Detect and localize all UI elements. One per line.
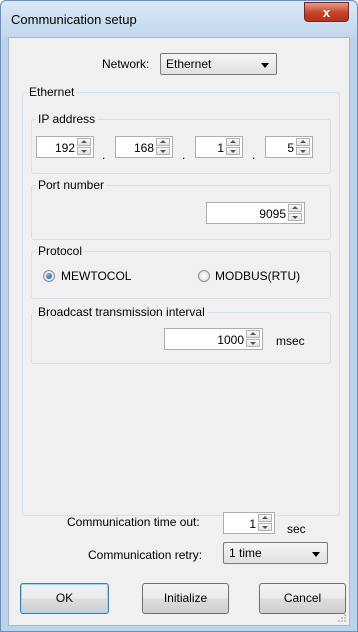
ip-octet-4[interactable]: 5	[265, 136, 313, 158]
port-number-group: Port number 9095	[31, 178, 331, 240]
close-button[interactable]: x	[304, 2, 349, 22]
broadcast-interval-input[interactable]: 1000	[164, 328, 263, 350]
protocol-group: Protocol MEWTOCOL MODBUS(RTU)	[31, 244, 331, 299]
spin-up-icon[interactable]	[258, 514, 272, 522]
timeout-label: Communication time out:	[67, 515, 200, 529]
communication-setup-dialog: Communication setup x Network: Ethernet …	[0, 0, 358, 632]
initialize-button[interactable]: Initialize	[142, 583, 229, 614]
spin-down-icon[interactable]	[258, 523, 272, 531]
protocol-label: Protocol	[36, 244, 85, 258]
spin-down-icon[interactable]	[288, 213, 302, 221]
retry-label: Communication retry:	[88, 548, 203, 562]
network-label: Network:	[102, 57, 150, 71]
port-number-input[interactable]: 9095	[206, 202, 305, 224]
retry-value: 1 time	[229, 546, 262, 560]
spin-down-icon[interactable]	[156, 147, 170, 155]
chevron-down-icon	[261, 63, 269, 68]
broadcast-unit: msec	[276, 334, 305, 348]
spin-up-icon[interactable]	[77, 138, 91, 146]
ip-octet-1[interactable]: 192	[36, 136, 94, 158]
spin-up-icon[interactable]	[246, 330, 260, 338]
ip-octet-3[interactable]: 1	[195, 136, 243, 158]
timeout-unit: sec	[287, 522, 306, 536]
broadcast-interval-group: Broadcast transmission interval 1000 mse…	[31, 305, 331, 364]
ethernet-group: Ethernet IP address 192 . 168 . 1 . 5 Po…	[22, 85, 340, 516]
broadcast-interval-label: Broadcast transmission interval	[36, 305, 207, 319]
spin-up-icon[interactable]	[288, 204, 302, 212]
network-select[interactable]: Ethernet	[160, 53, 277, 75]
title-bar[interactable]: Communication setup x	[1, 1, 357, 37]
ip-separator: .	[182, 148, 186, 162]
spin-up-icon[interactable]	[156, 138, 170, 146]
spin-down-icon[interactable]	[77, 147, 91, 155]
spin-down-icon[interactable]	[246, 339, 260, 347]
ethernet-group-label: Ethernet	[27, 85, 77, 99]
spin-up-icon[interactable]	[296, 138, 310, 146]
window-title: Communication setup	[11, 12, 137, 27]
close-icon: x	[322, 5, 331, 20]
modbus-rtu-radio[interactable]	[198, 270, 210, 282]
ip-address-label: IP address	[36, 112, 98, 126]
ip-octet-2[interactable]: 168	[115, 136, 173, 158]
spin-up-icon[interactable]	[226, 138, 240, 146]
spin-down-icon[interactable]	[296, 147, 310, 155]
cancel-button[interactable]: Cancel	[259, 583, 346, 614]
mewtocol-label[interactable]: MEWTOCOL	[61, 269, 131, 283]
retry-select[interactable]: 1 time	[223, 542, 328, 564]
resize-grip-icon[interactable]	[337, 613, 347, 623]
dialog-body: Network: Ethernet Ethernet IP address 19…	[8, 37, 350, 626]
timeout-input[interactable]: 1	[223, 512, 275, 534]
ip-separator: .	[102, 148, 106, 162]
chevron-down-icon	[312, 552, 320, 557]
mewtocol-radio[interactable]	[43, 270, 55, 282]
port-number-label: Port number	[36, 178, 107, 192]
spin-down-icon[interactable]	[226, 147, 240, 155]
ip-separator: .	[252, 148, 256, 162]
network-value: Ethernet	[166, 57, 212, 71]
ip-address-group: IP address 192 . 168 . 1 . 5	[31, 112, 331, 174]
ok-button[interactable]: OK	[20, 583, 109, 614]
modbus-rtu-label[interactable]: MODBUS(RTU)	[215, 269, 300, 283]
